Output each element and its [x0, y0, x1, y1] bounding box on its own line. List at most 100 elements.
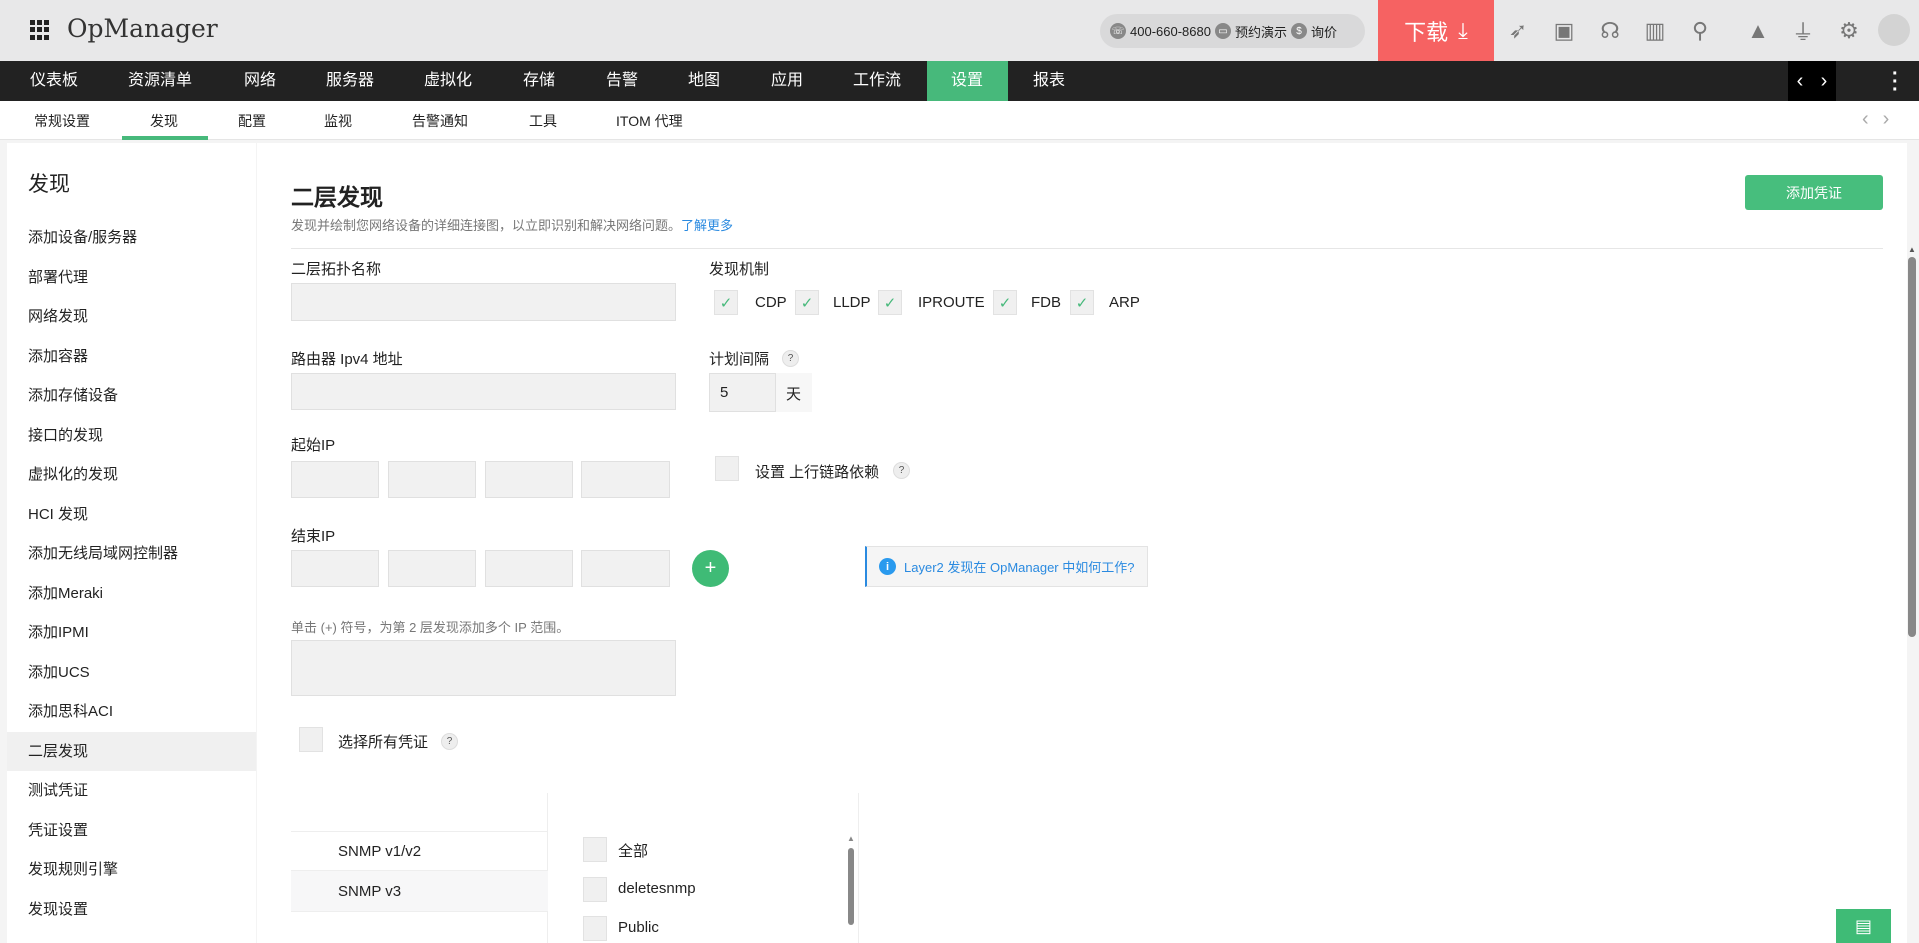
description-text: 发现并绘制您网络设备的详细连接图，以立即识别和解决网络问题。	[291, 218, 682, 233]
chevron-right-icon[interactable]: ›	[1821, 70, 1828, 93]
sidebar-item[interactable]: 网络发现	[7, 297, 256, 336]
lldp-checkbox[interactable]: ✓	[795, 290, 819, 315]
iproute-label: IPROUTE	[918, 294, 985, 311]
chat-button[interactable]: ▤	[1836, 909, 1891, 943]
nav-settings[interactable]: 设置	[951, 61, 983, 101]
end-ip-octet-2[interactable]	[388, 550, 476, 587]
apps-grid-icon[interactable]	[30, 20, 50, 40]
cred-type-snmp-v1v2[interactable]: SNMP v1/v2	[291, 831, 548, 870]
search-icon[interactable]: ⚲	[1687, 18, 1713, 44]
sidebar-item[interactable]: 部署代理	[7, 258, 256, 297]
help-icon[interactable]: ?	[441, 733, 458, 750]
start-ip-octet-2[interactable]	[388, 461, 476, 498]
download-icon: ⤓	[1458, 17, 1468, 43]
sidebar-item[interactable]: 添加容器	[7, 337, 256, 376]
sidebar-item[interactable]: 发现设置	[7, 890, 256, 929]
nav-servers[interactable]: 服务器	[326, 61, 374, 101]
sidebar-item[interactable]: 二层发现	[7, 731, 256, 771]
end-ip-octet-3[interactable]	[485, 550, 573, 587]
sidebar-item[interactable]: 接口的发现	[7, 416, 256, 455]
sidebar-item[interactable]: 发现规则引擎	[7, 850, 256, 889]
add-credential-button[interactable]: 添加凭证	[1745, 175, 1883, 210]
select-all-credentials-checkbox[interactable]	[299, 727, 323, 752]
nav-reports[interactable]: 报表	[1033, 61, 1065, 101]
app-title: OpManager	[67, 14, 218, 43]
download-label: 下载	[1404, 19, 1449, 45]
sidebar-item[interactable]: 测试凭证	[7, 771, 256, 810]
help-icon[interactable]: ?	[893, 462, 910, 479]
nav-apps[interactable]: 应用	[771, 61, 803, 101]
subnav-discovery[interactable]: 发现	[150, 111, 178, 131]
chevron-left-icon[interactable]: ‹	[1797, 70, 1804, 93]
credential-checkbox-all[interactable]	[583, 837, 607, 862]
nav-virtualization[interactable]: 虚拟化	[424, 61, 472, 101]
subnav-monitor[interactable]: 监视	[324, 111, 352, 131]
ip-ranges-textarea[interactable]	[291, 640, 676, 696]
price-icon: $	[1290, 23, 1307, 39]
nav-inventory[interactable]: 资源清单	[128, 61, 192, 101]
start-ip-octet-1[interactable]	[291, 461, 379, 498]
demo-icon: ▭	[1214, 23, 1231, 39]
more-menu-icon[interactable]: · · ·	[1892, 64, 1899, 100]
cred-type-snmp-v3[interactable]: SNMP v3	[291, 870, 548, 912]
credential-checkbox-public[interactable]	[583, 916, 607, 941]
sidebar-item[interactable]: 添加无线局域网控制器	[7, 534, 256, 573]
subnav-general[interactable]: 常规设置	[34, 111, 90, 131]
sidebar-item[interactable]: 添加思科ACI	[7, 692, 256, 731]
info-box[interactable]: i Layer2 发现在 OpManager 中如何工作?	[865, 546, 1148, 587]
start-ip-octet-3[interactable]	[485, 461, 573, 498]
cdp-checkbox[interactable]: ✓	[714, 290, 738, 315]
subnav-config[interactable]: 配置	[238, 111, 266, 131]
router-ip-label: 路由器 Ipv4 地址	[291, 351, 403, 368]
router-ip-input[interactable]	[291, 373, 676, 410]
price-link[interactable]: 询价	[1311, 22, 1337, 41]
start-ip-octet-4[interactable]	[581, 461, 670, 498]
credential-checkbox-deletesnmp[interactable]	[583, 877, 607, 902]
credential-label: 全部	[618, 843, 649, 860]
iproute-checkbox[interactable]: ✓	[878, 290, 902, 315]
subnav-alarm-notify[interactable]: 告警通知	[412, 111, 468, 131]
nav-maps[interactable]: 地图	[688, 61, 720, 101]
topology-name-input[interactable]	[291, 283, 676, 321]
presentation-icon[interactable]: ▣	[1551, 18, 1577, 44]
nav-storage[interactable]: 存储	[523, 61, 555, 101]
sidebar-item[interactable]: 添加存储设备	[7, 376, 256, 415]
arp-checkbox[interactable]: ✓	[1070, 290, 1094, 315]
learn-more-link[interactable]: 了解更多	[681, 218, 733, 233]
rocket-icon[interactable]: ➶	[1505, 18, 1531, 44]
help-icon[interactable]: ?	[782, 350, 799, 367]
bell-icon[interactable]: ▲	[1745, 18, 1771, 44]
sidebar-item[interactable]: HCI 发现	[7, 495, 256, 534]
sidebar-item[interactable]: 添加IPMI	[7, 613, 256, 652]
sidebar-item[interactable]: 添加Meraki	[7, 574, 256, 613]
avatar[interactable]	[1878, 14, 1910, 46]
end-ip-octet-4[interactable]	[581, 550, 670, 587]
sidebar-item[interactable]: 添加UCS	[7, 653, 256, 692]
plug-icon[interactable]: ⏚	[1790, 18, 1816, 45]
nav-alarms[interactable]: 告警	[606, 61, 638, 101]
subnav-scroll-arrows[interactable]: ‹›	[1862, 108, 1903, 131]
nav-dashboard[interactable]: 仪表板	[30, 61, 78, 101]
uplink-checkbox[interactable]	[715, 456, 739, 481]
add-range-button[interactable]: +	[692, 550, 729, 587]
sidebar-item[interactable]: 凭证设置	[7, 811, 256, 850]
subnav-tools[interactable]: 工具	[529, 111, 557, 131]
scroll-up-icon[interactable]: ▲	[1908, 245, 1916, 254]
nav-network[interactable]: 网络	[244, 61, 276, 101]
headset-icon[interactable]: ☊	[1597, 18, 1623, 44]
gift-icon[interactable]: ▥	[1642, 18, 1668, 44]
subnav-itom-agent[interactable]: ITOM 代理	[616, 111, 683, 131]
download-button[interactable]: 下载 ⤓	[1378, 0, 1494, 61]
main-scrollbar[interactable]	[1908, 257, 1916, 637]
nav-workflow[interactable]: 工作流	[853, 61, 901, 101]
schedule-input[interactable]: 5	[709, 373, 776, 412]
scroll-up-icon[interactable]: ▲	[847, 834, 855, 843]
info-link[interactable]: Layer2 发现在 OpManager 中如何工作?	[904, 557, 1134, 576]
demo-link[interactable]: 预约演示	[1235, 22, 1287, 41]
gear-icon[interactable]: ⚙	[1836, 18, 1862, 44]
end-ip-octet-1[interactable]	[291, 550, 379, 587]
credential-list-scrollbar[interactable]	[848, 848, 854, 925]
fdb-checkbox[interactable]: ✓	[993, 290, 1017, 315]
sidebar-item[interactable]: 添加设备/服务器	[7, 218, 256, 257]
sidebar-item[interactable]: 虚拟化的发现	[7, 455, 256, 494]
